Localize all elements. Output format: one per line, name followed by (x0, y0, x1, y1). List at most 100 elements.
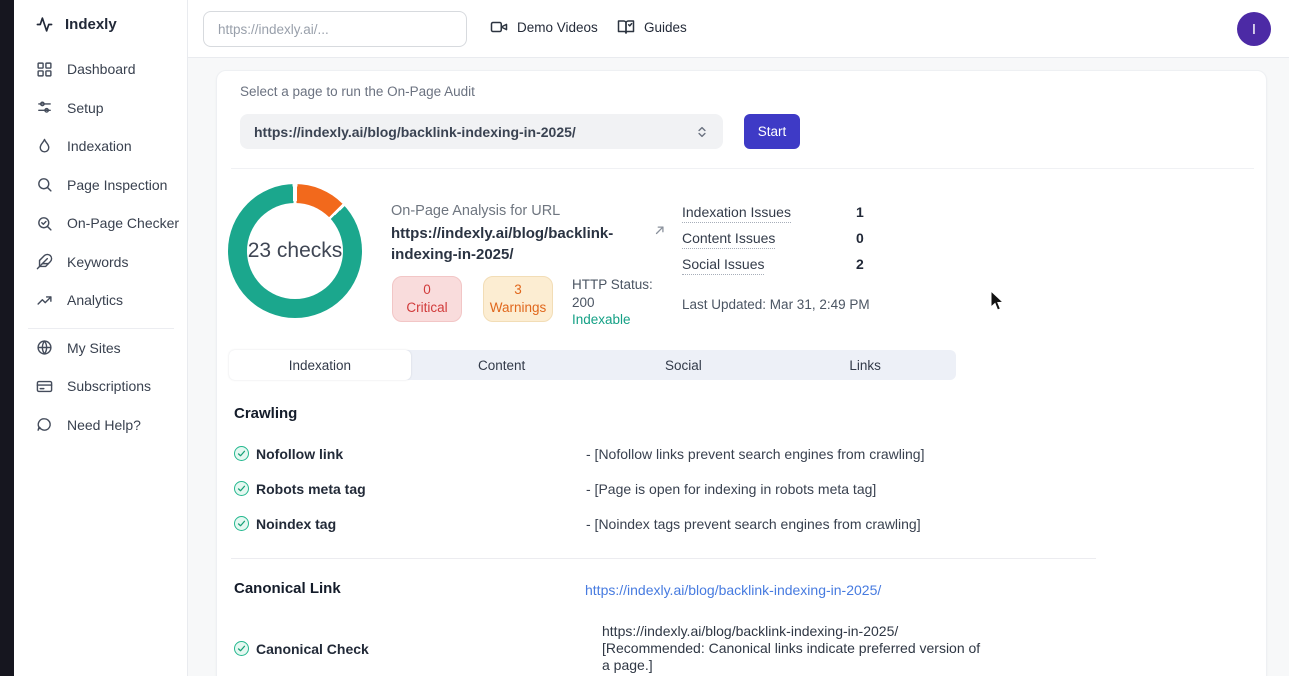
crawl-item-description: - [Nofollow links prevent search engines… (586, 446, 924, 462)
sidebar-item-need-help[interactable]: Need Help? (36, 414, 141, 436)
search-check-icon (36, 215, 53, 232)
content-issues-value: 0 (856, 230, 864, 246)
sidebar-item-analytics[interactable]: Analytics (36, 289, 123, 311)
sidebar-item-label: Need Help? (67, 417, 141, 433)
external-link-icon[interactable] (653, 223, 667, 237)
sidebar-item-label: My Sites (67, 340, 121, 356)
page-select-value: https://indexly.ai/blog/backlink-indexin… (254, 124, 695, 140)
analyzed-url: https://indexly.ai/blog/backlink-indexin… (391, 223, 643, 265)
sidebar-item-dashboard[interactable]: Dashboard (36, 58, 136, 80)
analysis-title: On-Page Analysis for URL (391, 203, 560, 219)
app-logo[interactable]: Indexly (36, 16, 117, 33)
page-select-dropdown[interactable]: https://indexly.ai/blog/backlink-indexin… (240, 114, 723, 149)
crawl-row-robots-meta: Robots meta tag - [Page is open for inde… (234, 480, 1234, 500)
check-circle-icon (234, 446, 249, 461)
critical-badge: 0 Critical (392, 276, 462, 322)
crawl-item-label: Nofollow link (256, 446, 343, 462)
warnings-badge: 3 Warnings (483, 276, 553, 322)
activity-icon (36, 16, 53, 33)
grid-icon (36, 61, 53, 78)
indexation-issues-label[interactable]: Indexation Issues (682, 204, 791, 223)
trending-up-icon (36, 292, 53, 309)
search-icon (36, 176, 53, 193)
canonical-check-note: [Recommended: Canonical links indicate p… (602, 640, 980, 673)
flame-icon (36, 138, 53, 155)
result-tabs: Indexation Content Social Links (229, 350, 956, 380)
section-divider (231, 168, 1254, 169)
http-status-value: 200 (572, 294, 653, 312)
start-button[interactable]: Start (744, 114, 800, 149)
site-url-input[interactable] (203, 11, 467, 47)
issues-summary: Indexation Issues 1 Content Issues 0 Soc… (682, 204, 882, 282)
sidebar-item-label: On-Page Checker (67, 215, 179, 231)
content-issues-label[interactable]: Content Issues (682, 230, 775, 249)
canonical-check-label: Canonical Check (256, 641, 369, 657)
donut-center-label: 23 checks (248, 239, 343, 263)
crawl-item-label: Noindex tag (256, 516, 336, 532)
tab-links[interactable]: Links (774, 350, 956, 380)
tab-indexation[interactable]: Indexation (229, 350, 411, 380)
crawling-title: Crawling (234, 405, 297, 422)
canonical-title: Canonical Link (234, 580, 341, 597)
sidebar-item-page-inspection[interactable]: Page Inspection (36, 174, 167, 196)
check-circle-icon (234, 641, 249, 656)
chat-icon (36, 416, 53, 433)
content-issues-row: Content Issues 0 (682, 230, 882, 256)
indexation-issues-row: Indexation Issues 1 (682, 204, 882, 230)
book-icon (617, 18, 635, 36)
crawl-row-noindex: Noindex tag - [Noindex tags prevent sear… (234, 515, 1234, 535)
sidebar-item-label: Analytics (67, 292, 123, 308)
crawl-item-description: - [Page is open for indexing in robots m… (586, 481, 876, 497)
critical-count: 0 (423, 281, 431, 299)
social-issues-value: 2 (856, 256, 864, 272)
canonical-link[interactable]: https://indexly.ai/blog/backlink-indexin… (585, 582, 881, 598)
sidebar-item-indexation[interactable]: Indexation (36, 135, 132, 157)
select-page-label: Select a page to run the On-Page Audit (240, 84, 475, 99)
globe-icon (36, 339, 53, 356)
social-issues-row: Social Issues 2 (682, 256, 882, 282)
check-circle-icon (234, 481, 249, 496)
sidebar-item-my-sites[interactable]: My Sites (36, 337, 121, 359)
warnings-count: 3 (514, 281, 522, 299)
app-name: Indexly (65, 16, 117, 33)
sliders-icon (36, 99, 53, 116)
video-camera-icon (490, 18, 508, 36)
sidebar-item-on-page-checker[interactable]: On-Page Checker (36, 212, 179, 234)
indexable-status: Indexable (572, 311, 653, 329)
window-edge (0, 0, 14, 676)
canonical-check-url: https://indexly.ai/blog/backlink-indexin… (602, 623, 898, 639)
sidebar-divider (28, 328, 174, 329)
last-updated: Last Updated: Mar 31, 2:49 PM (682, 297, 870, 312)
indexation-issues-value: 1 (856, 204, 864, 220)
tab-social[interactable]: Social (593, 350, 775, 380)
on-page-audit-card: Select a page to run the On-Page Audit h… (216, 70, 1267, 676)
sidebar-item-label: Indexation (67, 138, 132, 154)
demo-videos-label: Demo Videos (517, 20, 598, 35)
critical-label: Critical (406, 299, 447, 317)
sidebar-item-setup[interactable]: Setup (36, 97, 104, 119)
sidebar: Indexly Dashboard Setup Indexation Page … (14, 0, 188, 676)
sidebar-item-label: Setup (67, 100, 104, 116)
http-status-block: HTTP Status: 200 Indexable (572, 276, 653, 329)
credit-card-icon (36, 378, 53, 395)
sidebar-item-label: Page Inspection (67, 177, 167, 193)
main-content: Select a page to run the On-Page Audit h… (188, 58, 1289, 676)
tab-content[interactable]: Content (411, 350, 593, 380)
crawl-item-label: Robots meta tag (256, 481, 366, 497)
checks-donut-chart: 23 checks (228, 184, 362, 318)
header: Demo Videos Guides I (188, 0, 1289, 58)
guides-link[interactable]: Guides (617, 18, 687, 36)
sidebar-item-subscriptions[interactable]: Subscriptions (36, 375, 151, 397)
sidebar-item-keywords[interactable]: Keywords (36, 251, 128, 273)
sidebar-item-label: Dashboard (67, 61, 136, 77)
crawl-row-nofollow: Nofollow link - [Nofollow links prevent … (234, 445, 1234, 465)
http-status-label: HTTP Status: (572, 276, 653, 294)
social-issues-label[interactable]: Social Issues (682, 256, 764, 275)
feather-icon (36, 253, 53, 270)
user-avatar[interactable]: I (1237, 12, 1271, 46)
demo-videos-link[interactable]: Demo Videos (490, 18, 598, 36)
sidebar-item-label: Keywords (67, 254, 128, 270)
sidebar-item-label: Subscriptions (67, 378, 151, 394)
guides-label: Guides (644, 20, 687, 35)
canonical-check-description: https://indexly.ai/blog/backlink-indexin… (602, 623, 987, 674)
